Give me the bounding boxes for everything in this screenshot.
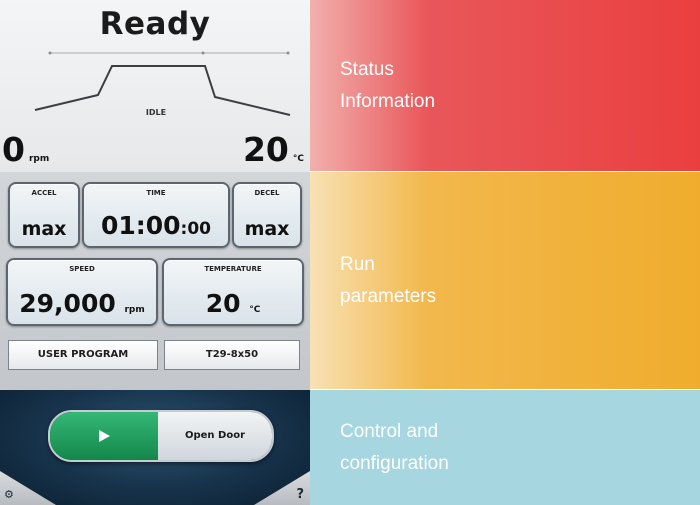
temperature-setpoint: 20 [205,289,241,318]
speed-setpoint: 29,000 [19,289,116,318]
speed-readout: 0 rpm [2,130,49,169]
status-panel: Ready IDLE 0 rpm 20 °C [0,0,310,172]
speed-readout-value: 0 [2,130,25,169]
time-button[interactable]: TIME 01:00:00 [82,182,230,248]
status-information-band: Status Information [310,0,700,172]
help-icon[interactable]: ? [296,487,304,502]
settings-corner[interactable]: ⚙ [0,471,56,505]
run-parameters-panel: ACCEL max TIME 01:00:00 DECEL max SPEED … [0,172,310,390]
run-parameters-band: Run parameters [310,172,700,390]
temperature-button[interactable]: TEMPERATURE 20 °C [162,258,304,326]
time-label: TIME [146,189,166,197]
speed-value: 29,000 rpm [8,289,156,318]
band-line: Information [340,91,436,112]
temperature-value: 20 °C [164,289,302,318]
speed-readout-unit: rpm [28,154,50,164]
control-panel: Open Door ⚙ ? [0,390,310,505]
accel-label: ACCEL [31,189,57,197]
band-line: Control and [340,420,439,442]
speed-setpoint-unit: rpm [124,305,145,315]
temperature-readout-unit: °C [292,154,304,164]
axis-dot [201,51,205,55]
band-line: parameters [340,286,437,307]
rotor-select-button[interactable]: T29-8x50 [164,340,300,370]
band-line: configuration [340,452,449,474]
centrifuge-screen: Ready IDLE 0 rpm 20 °C ACCEL max TIME 01:0… [0,0,310,505]
temperature-readout-value: 20 [242,130,289,169]
open-door-button[interactable]: Open Door [158,412,272,460]
speed-label: SPEED [69,265,95,273]
profile-state-label: IDLE [145,108,167,117]
band-line: Status [340,59,394,80]
axis-dot [48,51,52,55]
decel-value: max [244,218,290,240]
temperature-label: TEMPERATURE [204,265,262,273]
temperature-setpoint-unit: °C [249,305,261,315]
run-status-title: Ready [99,6,211,42]
help-corner[interactable]: ? [254,471,310,505]
time-value-main: 01:00 [100,211,181,240]
accel-button[interactable]: ACCEL max [8,182,80,248]
settings-icon[interactable]: ⚙ [4,488,14,501]
speed-button[interactable]: SPEED 29,000 rpm [6,258,158,326]
user-program-button[interactable]: USER PROGRAM [8,340,158,370]
accel-value: max [21,218,67,240]
time-value: 01:00:00 [84,211,228,240]
start-button[interactable] [50,412,158,460]
decel-label: DECEL [254,189,280,197]
play-icon [99,430,110,442]
decel-button[interactable]: DECEL max [232,182,302,248]
time-value-seconds: :00 [180,219,212,239]
band-line: Run [340,254,375,275]
control-configuration-band: Control and configuration [310,390,700,505]
temperature-readout: 20 °C [243,130,304,169]
axis-dot [286,51,290,55]
control-bar: Open Door [48,410,274,462]
